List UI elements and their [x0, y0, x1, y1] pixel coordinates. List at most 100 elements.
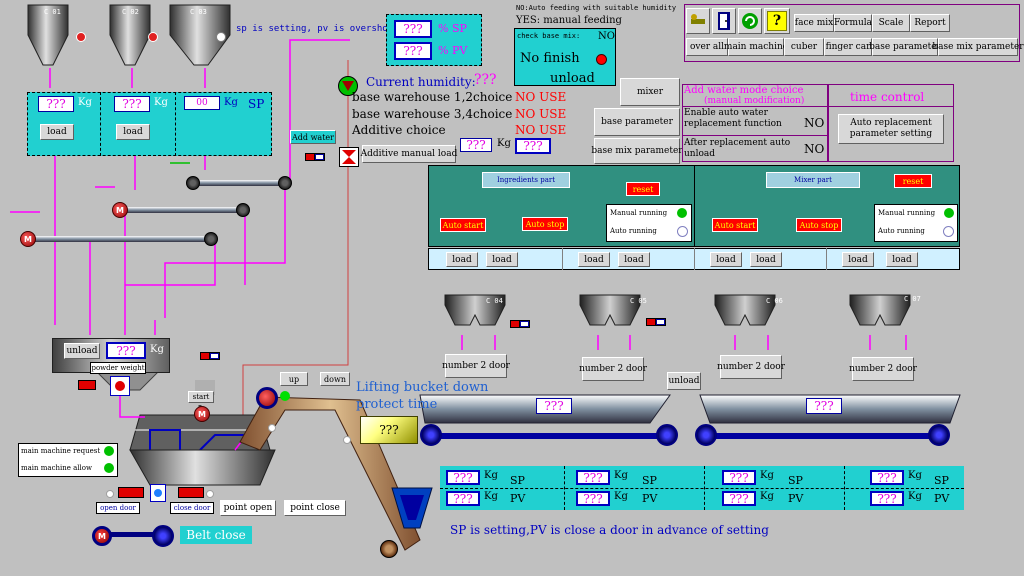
lift-motor-icon[interactable]	[256, 387, 278, 409]
powder-valve-center-icon[interactable]	[110, 376, 130, 396]
bin-load-button[interactable]: load	[446, 252, 478, 267]
undo-icon[interactable]	[738, 8, 762, 34]
menu-finger-car[interactable]: finger car	[824, 38, 872, 56]
humidity-value: ???	[474, 72, 497, 88]
belt-2-value: ???	[806, 398, 842, 414]
powder-unload-button[interactable]: unload	[64, 343, 100, 359]
mixer-motor-icon[interactable]: M	[194, 406, 210, 422]
powder-gate-icon[interactable]	[78, 380, 96, 390]
number-2-door-button[interactable]: number 2 door	[849, 357, 917, 381]
close-door-gate-icon[interactable]	[178, 487, 204, 498]
tool-icon[interactable]	[686, 8, 710, 34]
conveyor-motor-icon[interactable]: M	[112, 202, 128, 218]
auto-unload-value[interactable]: NO	[804, 142, 824, 156]
bin-load-button[interactable]: load	[578, 252, 610, 267]
menu-scale[interactable]: Scale	[872, 14, 910, 32]
belt-close-button[interactable]: Belt close	[180, 526, 252, 544]
menu-main-machine[interactable]: main machine	[724, 38, 788, 56]
base-parameter-button[interactable]: base parameter	[594, 108, 680, 136]
silo-alarm-icon	[76, 32, 86, 42]
mixer-button[interactable]: mixer	[620, 78, 680, 106]
bin-load-button[interactable]: load	[618, 252, 650, 267]
exit-door-icon[interactable]	[712, 8, 736, 34]
auto-replacement-setting-button[interactable]: Auto replacement parameter setting	[838, 114, 944, 144]
mixer-auto-stop-button[interactable]: Auto stop	[796, 218, 842, 232]
pv-value: ???	[394, 42, 432, 60]
bin-load-button[interactable]: load	[842, 252, 874, 267]
choice-1-value[interactable]: NO USE	[515, 90, 566, 104]
add-water-button[interactable]: Add water	[290, 130, 336, 144]
manual-running-led-icon[interactable]	[677, 208, 687, 218]
water-valve-icon[interactable]	[305, 153, 325, 161]
request-led-icon	[104, 446, 114, 456]
unload-label[interactable]: unload	[550, 71, 595, 86]
mixer-reset-button[interactable]: reset	[894, 174, 932, 188]
door-valve-icon[interactable]	[150, 484, 166, 502]
choice-2-value[interactable]: NO USE	[515, 107, 566, 121]
bin-load-button[interactable]: load	[486, 252, 518, 267]
door-indicator-icon	[206, 490, 214, 498]
menu-report[interactable]: Report	[910, 14, 950, 32]
menu-cuber[interactable]: cuber	[784, 38, 824, 56]
hopper-1-load-button[interactable]: load	[40, 124, 74, 140]
menu-formula[interactable]: Formula	[834, 14, 872, 32]
feeding-auto-note: NO:Auto feeding with suitable humidity	[516, 4, 677, 12]
bin-3-pv-value: ???	[722, 491, 756, 506]
additive-valve-icon[interactable]	[339, 147, 359, 167]
ingredients-auto-start-button[interactable]: Auto start	[440, 218, 486, 232]
number-2-door-button[interactable]: number 2 door	[579, 357, 647, 381]
manual-running-led-icon[interactable]	[944, 208, 954, 218]
ingredients-reset-button[interactable]: reset	[626, 182, 660, 196]
belt-motor-icon[interactable]: M	[92, 526, 112, 546]
lift-up-button[interactable]: up	[280, 372, 308, 386]
open-door-gate-icon[interactable]	[118, 487, 144, 498]
hopper-2-load-button[interactable]: load	[116, 124, 150, 140]
bin-load-button[interactable]: load	[886, 252, 918, 267]
additive-manual-load-button[interactable]: Additive manual load	[361, 145, 457, 163]
help-icon[interactable]: ?	[764, 8, 790, 34]
conveyor-roller	[278, 176, 292, 190]
conveyor-motor-icon[interactable]: M	[20, 231, 36, 247]
auto-running-led-icon[interactable]	[943, 226, 954, 237]
number-2-door-button[interactable]: number 2 door	[717, 355, 785, 379]
feeding-manual-note: YES: manual feeding	[516, 15, 622, 26]
menu-over-all[interactable]: over all	[686, 38, 728, 56]
number-2-door-button[interactable]: number 2 door	[442, 354, 510, 378]
lift-protect-time-value: ???	[360, 416, 418, 444]
close-door-button[interactable]: close door	[170, 502, 214, 514]
sp-value: ???	[394, 20, 432, 38]
start-button[interactable]: start	[188, 391, 214, 403]
additive-second-value: ???	[515, 138, 551, 154]
powder-weight-value: ???	[106, 342, 146, 359]
bin-2-pv-value: ???	[576, 491, 610, 506]
additive-kg-value: ???	[460, 138, 492, 152]
auto-running-led-icon[interactable]	[677, 226, 688, 237]
lift-down-button[interactable]: down	[320, 372, 350, 386]
hopper-1-value: ???	[38, 96, 74, 112]
menu-face-mix[interactable]: face mix	[794, 14, 834, 32]
bin-valve-icon[interactable]	[646, 318, 666, 326]
point-open-button[interactable]: point open	[220, 500, 276, 516]
ingredients-auto-stop-button[interactable]: Auto stop	[522, 217, 568, 231]
silo-label: C 03	[190, 8, 207, 16]
bin-load-button[interactable]: load	[710, 252, 742, 267]
menu-base-mix-parameter[interactable]: base mix parameter	[932, 38, 1024, 56]
base-mix-parameter-button[interactable]: base mix parameter	[591, 138, 683, 164]
menu-base-parameter[interactable]: base parameter	[869, 38, 941, 56]
lift-indicator-icon	[343, 436, 351, 444]
powder-valve-icon[interactable]	[200, 352, 220, 360]
bin-load-button[interactable]: load	[750, 252, 782, 267]
enable-replacement-value[interactable]: NO	[804, 116, 824, 130]
silo-status-icon	[216, 32, 226, 42]
allow-led-icon	[104, 463, 114, 473]
overshoot-note: sp is setting, pv is overshoot	[236, 24, 399, 34]
mixer-auto-start-button[interactable]: Auto start	[712, 218, 758, 232]
bin-valve-icon[interactable]	[510, 320, 530, 328]
lift-run-led-icon	[280, 391, 290, 401]
choice-3-value[interactable]: NO USE	[515, 123, 566, 137]
point-close-button[interactable]: point close	[284, 500, 346, 516]
door-indicator-icon	[106, 490, 114, 498]
open-door-button[interactable]: open door	[96, 502, 140, 514]
silo-label: C 02	[122, 8, 139, 16]
belt-unload-button[interactable]: unload	[667, 372, 701, 390]
